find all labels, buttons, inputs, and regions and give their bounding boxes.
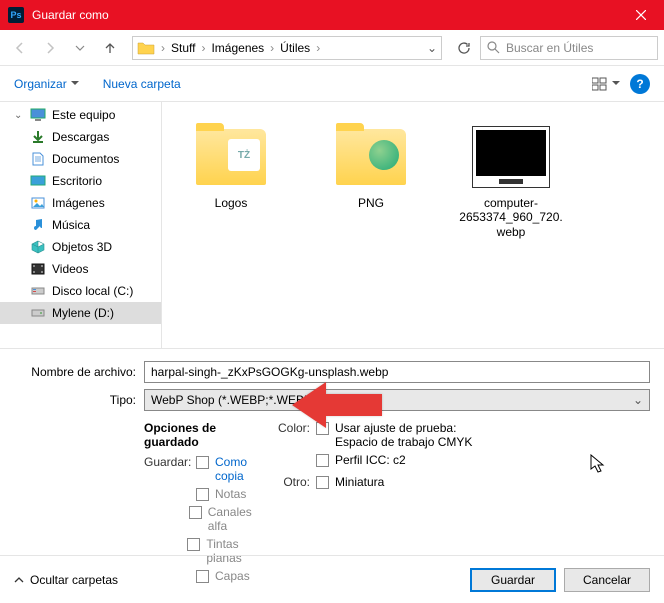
footer: Ocultar carpetas Guardar Cancelar xyxy=(0,555,664,603)
sidebar-item-images[interactable]: Imágenes xyxy=(0,192,161,214)
sidebar-label: Mylene (D:) xyxy=(52,306,114,320)
sidebar-label: Objetos 3D xyxy=(52,240,112,254)
cube-icon xyxy=(30,239,46,255)
chevron-right-icon: › xyxy=(268,41,276,55)
view-options-button[interactable] xyxy=(592,70,620,98)
search-input[interactable]: Buscar en Útiles xyxy=(480,36,658,60)
chevron-right-icon: › xyxy=(199,41,207,55)
chevron-down-icon[interactable]: ⌄ xyxy=(427,41,437,55)
sidebar-item-music[interactable]: Música xyxy=(0,214,161,236)
color-label: Color: xyxy=(264,421,310,435)
notes-checkbox[interactable] xyxy=(196,488,209,501)
other-label: Otro: xyxy=(264,475,310,489)
sidebar-label: Disco local (C:) xyxy=(52,284,133,298)
sidebar-label: Escritorio xyxy=(52,174,102,188)
save-button[interactable]: Guardar xyxy=(470,568,556,592)
filetype-select[interactable]: WebP Shop (*.WEBP;*.WEBP) ⌄ xyxy=(144,389,650,411)
recent-dropdown[interactable] xyxy=(66,34,94,62)
up-button[interactable] xyxy=(96,34,124,62)
search-icon xyxy=(487,41,500,54)
hide-folders-button[interactable]: Ocultar carpetas xyxy=(14,573,118,587)
alpha-checkbox[interactable] xyxy=(189,506,202,519)
photoshop-icon: Ps xyxy=(8,7,24,23)
sidebar-item-videos[interactable]: Videos xyxy=(0,258,161,280)
sidebar-label: Documentos xyxy=(52,152,119,166)
filename-label: Nombre de archivo: xyxy=(14,365,144,379)
sidebar-item-pc[interactable]: ⌄ Este equipo xyxy=(0,104,161,126)
chevron-down-icon: ⌄ xyxy=(14,110,24,121)
crumb-2[interactable]: Útiles xyxy=(276,41,314,55)
sidebar-item-downloads[interactable]: Descargas xyxy=(0,126,161,148)
back-button[interactable] xyxy=(6,34,34,62)
as-copy-label: Como copia xyxy=(215,455,264,483)
sidebar-label: Música xyxy=(52,218,90,232)
close-button[interactable] xyxy=(618,0,664,30)
folder-badge xyxy=(368,139,400,171)
spot-checkbox[interactable] xyxy=(187,538,200,551)
sidebar: ⌄ Este equipo Descargas Documentos Escri… xyxy=(0,102,162,348)
new-folder-button[interactable]: Nueva carpeta xyxy=(103,77,181,91)
search-placeholder: Buscar en Útiles xyxy=(506,41,593,55)
disk-icon xyxy=(30,283,46,299)
forward-button[interactable] xyxy=(36,34,64,62)
file-item[interactable]: computer-2653374_960_720.webp xyxy=(456,122,566,239)
titlebar: Ps Guardar como xyxy=(0,0,664,30)
sidebar-label: Videos xyxy=(52,262,88,276)
file-list: TŻ Logos PNG computer-2653374_960_720.we… xyxy=(162,102,664,348)
folder-item[interactable]: PNG xyxy=(316,122,426,210)
organize-menu[interactable]: Organizar xyxy=(14,77,79,91)
video-icon xyxy=(30,261,46,277)
thumbnail-label: Miniatura xyxy=(335,475,384,489)
folder-icon xyxy=(137,41,155,55)
sidebar-item-disk-c[interactable]: Disco local (C:) xyxy=(0,280,161,302)
filetype-value: WebP Shop (*.WEBP;*.WEBP) xyxy=(151,393,316,407)
file-label: PNG xyxy=(358,196,384,210)
notes-label: Notas xyxy=(215,487,246,501)
chevron-right-icon: › xyxy=(314,41,322,55)
chevron-up-icon xyxy=(14,577,24,583)
sidebar-label: Este equipo xyxy=(52,108,115,122)
breadcrumb-bar[interactable]: › Stuff › Imágenes › Útiles › ⌄ xyxy=(132,36,442,60)
sidebar-label: Descargas xyxy=(52,130,109,144)
folder-badge: TŻ xyxy=(228,139,260,171)
download-icon xyxy=(30,129,46,145)
icc-label: Perfil ICC: c2 xyxy=(335,453,406,467)
save-options-title: Opciones de guardado xyxy=(144,421,264,449)
chevron-down-icon: ⌄ xyxy=(633,393,643,407)
refresh-button[interactable] xyxy=(450,34,478,62)
cancel-button[interactable]: Cancelar xyxy=(564,568,650,592)
thumbnail-checkbox[interactable] xyxy=(316,476,329,489)
music-icon xyxy=(30,217,46,233)
nav-bar: › Stuff › Imágenes › Útiles › ⌄ Buscar e… xyxy=(0,30,664,66)
images-icon xyxy=(30,195,46,211)
crumb-0[interactable]: Stuff xyxy=(167,41,199,55)
image-thumbnail xyxy=(472,126,550,188)
file-label: computer-2653374_960_720.webp xyxy=(456,196,566,239)
alpha-label: Canales alfa xyxy=(208,505,264,533)
file-label: Logos xyxy=(215,196,248,210)
sidebar-label: Imágenes xyxy=(52,196,105,210)
sidebar-item-3d[interactable]: Objetos 3D xyxy=(0,236,161,258)
sidebar-item-documents[interactable]: Documentos xyxy=(0,148,161,170)
filename-input[interactable] xyxy=(144,361,650,383)
document-icon xyxy=(30,151,46,167)
crumb-1[interactable]: Imágenes xyxy=(207,41,268,55)
pc-icon xyxy=(30,107,46,123)
icc-checkbox[interactable] xyxy=(316,454,329,467)
desktop-icon xyxy=(30,173,46,189)
proof-label: Usar ajuste de prueba: Espacio de trabaj… xyxy=(335,421,485,449)
as-copy-checkbox[interactable] xyxy=(196,456,209,469)
window-title: Guardar como xyxy=(32,8,618,22)
help-button[interactable]: ? xyxy=(630,74,650,94)
toolbar: Organizar Nueva carpeta ? xyxy=(0,66,664,102)
sidebar-item-desktop[interactable]: Escritorio xyxy=(0,170,161,192)
proof-checkbox[interactable] xyxy=(316,422,329,435)
filetype-label: Tipo: xyxy=(14,393,144,407)
folder-item[interactable]: TŻ Logos xyxy=(176,122,286,210)
chevron-right-icon: › xyxy=(159,41,167,55)
save-label: Guardar: xyxy=(144,455,190,469)
disk-icon xyxy=(30,305,46,321)
sidebar-item-disk-d[interactable]: Mylene (D:) xyxy=(0,302,161,324)
